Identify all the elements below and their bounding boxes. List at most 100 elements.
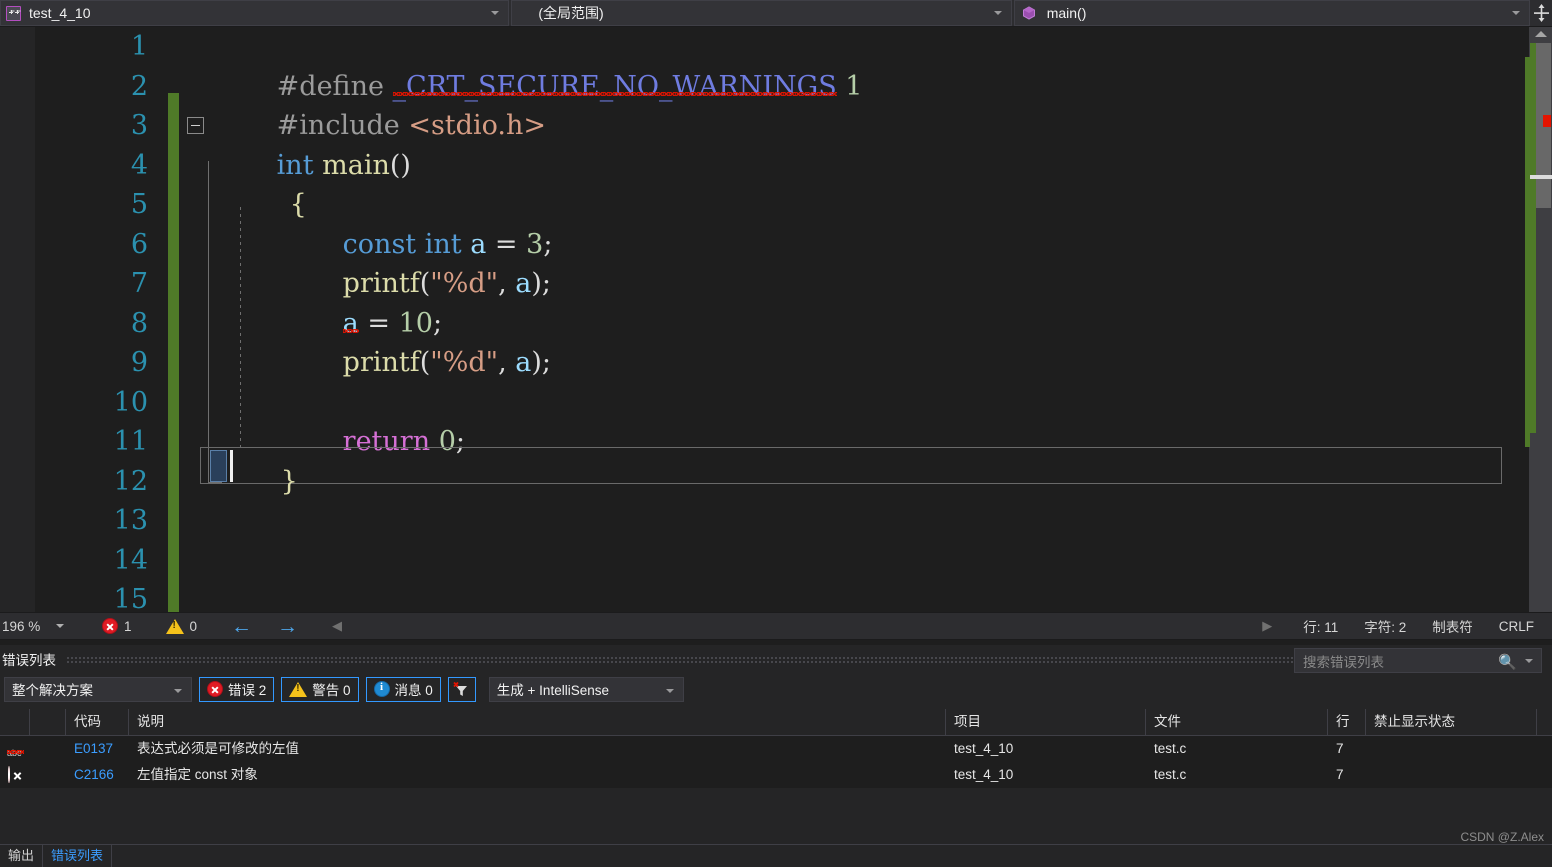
messages-toggle-button[interactable]: 消息 0: [365, 676, 441, 702]
error-list-header-row: 代码 说明 项目 文件 行 禁止显示状态: [0, 709, 1552, 736]
editor-vertical-scrollbar[interactable]: [1529, 27, 1552, 612]
code-line-current[interactable]: }: [179, 422, 1529, 497]
arrow-right-icon[interactable]: →: [277, 616, 298, 637]
panel-drag-grip[interactable]: [66, 655, 1471, 663]
line-number: 4: [130, 149, 148, 181]
column-header-code[interactable]: 代码: [66, 709, 129, 735]
chevron-down-icon[interactable]: [491, 11, 500, 15]
row-selector-cell: [30, 762, 66, 788]
code-line[interactable]: printf("%d", a);: [179, 225, 1529, 299]
build-filter-combo[interactable]: 生成 + IntelliSense: [488, 676, 684, 702]
table-row[interactable]: abc E0137 表达式必须是可修改的左值 test_4_10 test.c …: [0, 736, 1552, 762]
triangle-right-icon[interactable]: ▶: [1249, 618, 1290, 634]
project-selector-combo[interactable]: test_4_10: [0, 0, 510, 26]
chevron-down-icon[interactable]: [665, 688, 674, 693]
split-window-icon[interactable]: [1530, 0, 1552, 26]
code-text-area[interactable]: #define _CRT_SECURE_NO_WARNINGS 1 #inclu…: [179, 27, 1529, 612]
editor-change-edge-marker: [1525, 57, 1530, 447]
method-cube-icon: [1022, 6, 1036, 20]
chevron-down-icon[interactable]: [993, 11, 1002, 15]
scope-selector-combo[interactable]: (全局范围): [511, 0, 1012, 26]
code-line[interactable]: a = 10;: [179, 264, 1529, 339]
search-error-list-input[interactable]: 搜索错误列表 🔍: [1294, 648, 1542, 673]
line-number: 5: [130, 189, 148, 220]
warnings-toggle-button[interactable]: 警告 0: [281, 676, 359, 702]
column-header-project[interactable]: 项目: [946, 709, 1146, 735]
error-code-link[interactable]: C2166: [66, 762, 129, 788]
brace-token: }: [280, 465, 298, 497]
code-line[interactable]: #include <stdio.h>: [179, 67, 1529, 141]
error-list-toolbar: 整个解决方案 错误 2 警告 0 消息 0 生成 + IntelliSense …: [0, 648, 1552, 705]
warnings-toggle-label: 警告 0: [312, 683, 351, 698]
row-icon-cell: abc: [0, 736, 30, 762]
arrow-left-icon[interactable]: ←: [231, 616, 252, 637]
error-description-cell: 表达式必须是可修改的左值: [137, 741, 299, 756]
error-line-cell: 7: [1336, 741, 1344, 756]
error-code-link[interactable]: E0137: [66, 736, 129, 762]
error-icon: [207, 681, 223, 697]
error-project-cell: test_4_10: [954, 741, 1014, 756]
code-line[interactable]: [179, 462, 1529, 502]
errors-toggle-button[interactable]: 错误 2: [199, 676, 275, 702]
column-header-selector[interactable]: [30, 709, 66, 735]
code-line[interactable]: [179, 343, 1529, 383]
editor-status-bar: 196 % 1 0 ← → ◀ ▶ 行: 11 字符: 2 制表符 CRLF: [0, 612, 1552, 640]
line-number: 11: [113, 426, 148, 457]
tab-output[interactable]: 输出: [0, 845, 44, 867]
block-structure-guide: [208, 161, 209, 483]
chevron-down-icon[interactable]: [1525, 659, 1533, 663]
member-selector-combo[interactable]: main(): [1013, 0, 1530, 26]
char-position-label: 字符: 2: [1364, 620, 1407, 635]
line-number: 15: [113, 584, 148, 612]
row-icon-cell: [0, 762, 30, 788]
chevron-down-icon[interactable]: [1512, 11, 1520, 15]
warning-count-indicator[interactable]: 0: [165, 618, 197, 634]
code-line[interactable]: [179, 541, 1529, 581]
code-line[interactable]: [179, 501, 1529, 541]
column-header-line[interactable]: 行: [1328, 709, 1366, 735]
column-header-description[interactable]: 说明: [129, 709, 946, 735]
error-line-cell: 7: [1336, 767, 1344, 782]
magnifier-icon[interactable]: 🔍: [1498, 653, 1517, 671]
clear-filter-button[interactable]: [447, 676, 476, 702]
triangle-left-icon[interactable]: ◀: [332, 618, 342, 634]
column-header-file[interactable]: 文件: [1146, 709, 1328, 735]
line-number: 10: [113, 386, 148, 418]
table-row[interactable]: C2166 左值指定 const 对象 test_4_10 test.c 7: [0, 762, 1552, 788]
error-list-grid: 代码 说明 项目 文件 行 禁止显示状态 abc E0137 表达式必须是可修改…: [0, 709, 1552, 788]
code-editor[interactable]: 1 2 3 4 5 6 7 8 9 10 11 12 13 14 15 #def…: [0, 27, 1552, 612]
collapse-minus-icon[interactable]: [187, 117, 204, 134]
scrollbar-change-marker: [1530, 43, 1536, 433]
error-list-panel: 错误列表 ▾ 📌 ✕ 整个解决方案 错误 2 警告 0 消息 0: [0, 645, 1552, 845]
line-number: 2: [130, 70, 148, 102]
code-line[interactable]: printf("%d", a);: [179, 304, 1529, 378]
line-number: 6: [130, 228, 148, 260]
bottom-tool-window-tabs: 输出 错误列表: [0, 845, 1552, 867]
column-header-suppression[interactable]: 禁止显示状态: [1366, 709, 1537, 735]
chevron-down-icon[interactable]: [174, 688, 182, 693]
code-line[interactable]: return 0;: [179, 383, 1529, 457]
code-line[interactable]: const int a = 3;: [179, 185, 1529, 260]
info-icon: [373, 681, 390, 697]
code-line[interactable]: #define _CRT_SECURE_NO_WARNINGS 1: [179, 27, 1529, 102]
code-line[interactable]: [179, 580, 1529, 612]
navigation-bar: test_4_10 (全局范围) main(): [0, 0, 1552, 27]
editor-left-margin: [0, 27, 35, 612]
scroll-up-arrow-icon[interactable]: [1535, 31, 1547, 37]
zoom-level-selector[interactable]: 196 %: [0, 613, 72, 639]
error-count-indicator[interactable]: 1: [102, 618, 132, 634]
row-filler-cell: [1537, 736, 1552, 762]
column-header-icon[interactable]: [0, 709, 30, 735]
indent-guide: [240, 207, 241, 447]
error-description-cell: 左值指定 const 对象: [137, 767, 258, 782]
tab-error-list[interactable]: 错误列表: [43, 845, 113, 867]
search-placeholder-label: 搜索错误列表: [1303, 654, 1384, 670]
chevron-down-icon[interactable]: [56, 624, 64, 628]
scope-filter-label: 整个解决方案: [12, 683, 93, 698]
scrollbar-error-marker[interactable]: [1543, 115, 1551, 127]
scope-filter-combo[interactable]: 整个解决方案: [4, 676, 192, 702]
code-line[interactable]: {: [179, 146, 1529, 220]
code-line[interactable]: int main(): [179, 106, 1529, 181]
build-filter-label: 生成 + IntelliSense: [496, 683, 609, 698]
line-position-label: 行: 11: [1303, 620, 1339, 635]
